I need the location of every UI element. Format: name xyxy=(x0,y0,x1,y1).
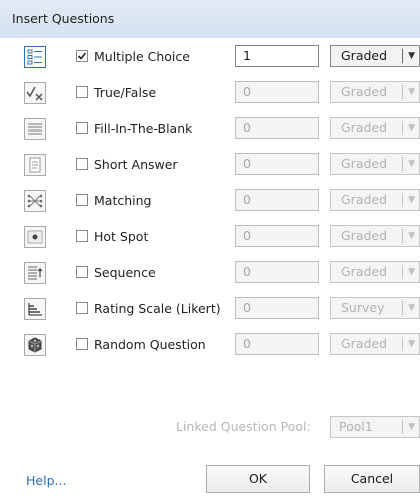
rating-scale-count-input[interactable]: 0 xyxy=(235,297,319,319)
multiple-choice-count-input[interactable]: 1 xyxy=(235,45,319,67)
sequence-label: Sequence xyxy=(94,265,156,280)
grading-value: Graded xyxy=(341,156,388,171)
grading-value: Graded xyxy=(341,264,388,279)
grading-value: Graded xyxy=(341,228,388,243)
random-question-checkbox[interactable] xyxy=(76,338,88,350)
true-false-label: True/False xyxy=(94,85,157,100)
true-false-checkbox[interactable] xyxy=(76,86,88,98)
grading-value: Graded xyxy=(341,192,388,207)
title-bar: Insert Questions xyxy=(0,0,420,38)
hot-spot-label: Hot Spot xyxy=(94,229,149,244)
fill-in-the-blank-count-input[interactable]: 0 xyxy=(235,117,319,139)
question-row-short-answer: Short Answer 0 Graded ▼ xyxy=(0,151,420,187)
rating-scale-icon[interactable] xyxy=(24,298,46,320)
true-false-count-input[interactable]: 0 xyxy=(235,81,319,103)
question-row-multiple-choice: Multiple Choice 1 Graded ▼ xyxy=(0,43,420,79)
grading-value: Graded xyxy=(341,120,388,135)
fill-in-the-blank-label: Fill-In-The-Blank xyxy=(94,121,193,136)
random-question-grading-select[interactable]: Graded ▼ xyxy=(330,333,420,355)
rating-scale-checkbox[interactable] xyxy=(76,302,88,314)
dropdown-arrow-icon: ▼ xyxy=(408,267,415,277)
question-row-rating-scale: Rating Scale (Likert) 0 Survey ▼ xyxy=(0,295,420,331)
short-answer-icon[interactable] xyxy=(24,154,46,176)
cancel-button[interactable]: Cancel xyxy=(324,465,420,493)
question-row-sequence: Sequence 0 Graded ▼ xyxy=(0,259,420,295)
dropdown-arrow-icon: ▼ xyxy=(408,159,415,169)
checkmark-icon xyxy=(77,52,87,60)
random-question-label: Random Question xyxy=(94,337,206,352)
grading-value: Graded xyxy=(341,84,388,99)
question-row-matching: Matching 0 Graded ▼ xyxy=(0,187,420,223)
matching-count-input[interactable]: 0 xyxy=(235,189,319,211)
grading-value: Graded xyxy=(341,48,388,63)
true-false-icon[interactable] xyxy=(24,82,46,104)
dialog-title: Insert Questions xyxy=(12,11,115,26)
hot-spot-grading-select[interactable]: Graded ▼ xyxy=(330,225,420,247)
hot-spot-count-input[interactable]: 0 xyxy=(235,225,319,247)
dropdown-arrow-icon: ▼ xyxy=(408,51,415,61)
grading-value: Graded xyxy=(341,336,388,351)
rating-scale-grading-select[interactable]: Survey ▼ xyxy=(330,297,420,319)
sequence-count-input[interactable]: 0 xyxy=(235,261,319,283)
dropdown-arrow-icon: ▼ xyxy=(408,303,415,313)
matching-checkbox[interactable] xyxy=(76,194,88,206)
hot-spot-checkbox[interactable] xyxy=(76,230,88,242)
fill-in-the-blank-grading-select[interactable]: Graded ▼ xyxy=(330,117,420,139)
linked-question-pool-label: Linked Question Pool: xyxy=(176,419,311,434)
fill-in-the-blank-icon[interactable] xyxy=(24,118,46,140)
multiple-choice-label: Multiple Choice xyxy=(94,49,190,64)
sequence-checkbox[interactable] xyxy=(76,266,88,278)
short-answer-checkbox[interactable] xyxy=(76,158,88,170)
multiple-choice-checkbox[interactable] xyxy=(76,50,88,62)
rating-scale-label: Rating Scale (Likert) xyxy=(94,301,221,316)
linked-question-pool-select[interactable]: Pool1 ▼ xyxy=(330,416,420,438)
dropdown-arrow-icon: ▼ xyxy=(408,422,415,432)
short-answer-grading-select[interactable]: Graded ▼ xyxy=(330,153,420,175)
sequence-icon[interactable] xyxy=(24,262,46,284)
question-row-fill-in-the-blank: Fill-In-The-Blank 0 Graded ▼ xyxy=(0,115,420,151)
hot-spot-icon[interactable] xyxy=(24,226,46,248)
dropdown-arrow-icon: ▼ xyxy=(408,339,415,349)
sequence-grading-select[interactable]: Graded ▼ xyxy=(330,261,420,283)
question-row-true-false: True/False 0 Graded ▼ xyxy=(0,79,420,115)
matching-grading-select[interactable]: Graded ▼ xyxy=(330,189,420,211)
matching-icon[interactable] xyxy=(24,190,46,212)
random-question-icon[interactable] xyxy=(24,334,46,356)
fill-in-the-blank-checkbox[interactable] xyxy=(76,122,88,134)
multiple-choice-icon[interactable] xyxy=(24,46,46,68)
question-row-hot-spot: Hot Spot 0 Graded ▼ xyxy=(0,223,420,259)
dropdown-arrow-icon: ▼ xyxy=(408,123,415,133)
short-answer-count-input[interactable]: 0 xyxy=(235,153,319,175)
short-answer-label: Short Answer xyxy=(94,157,178,172)
help-link[interactable]: Help... xyxy=(26,473,66,488)
grading-value: Survey xyxy=(341,300,385,315)
dropdown-arrow-icon: ▼ xyxy=(408,231,415,241)
pool-value: Pool1 xyxy=(339,419,373,434)
true-false-grading-select[interactable]: Graded ▼ xyxy=(330,81,420,103)
random-question-count-input[interactable]: 0 xyxy=(235,333,319,355)
dropdown-arrow-icon: ▼ xyxy=(408,195,415,205)
matching-label: Matching xyxy=(94,193,152,208)
ok-button[interactable]: OK xyxy=(206,465,310,493)
multiple-choice-grading-select[interactable]: Graded ▼ xyxy=(330,45,420,67)
question-row-random-question: Random Question 0 Graded ▼ xyxy=(0,331,420,367)
dropdown-arrow-icon: ▼ xyxy=(408,87,415,97)
